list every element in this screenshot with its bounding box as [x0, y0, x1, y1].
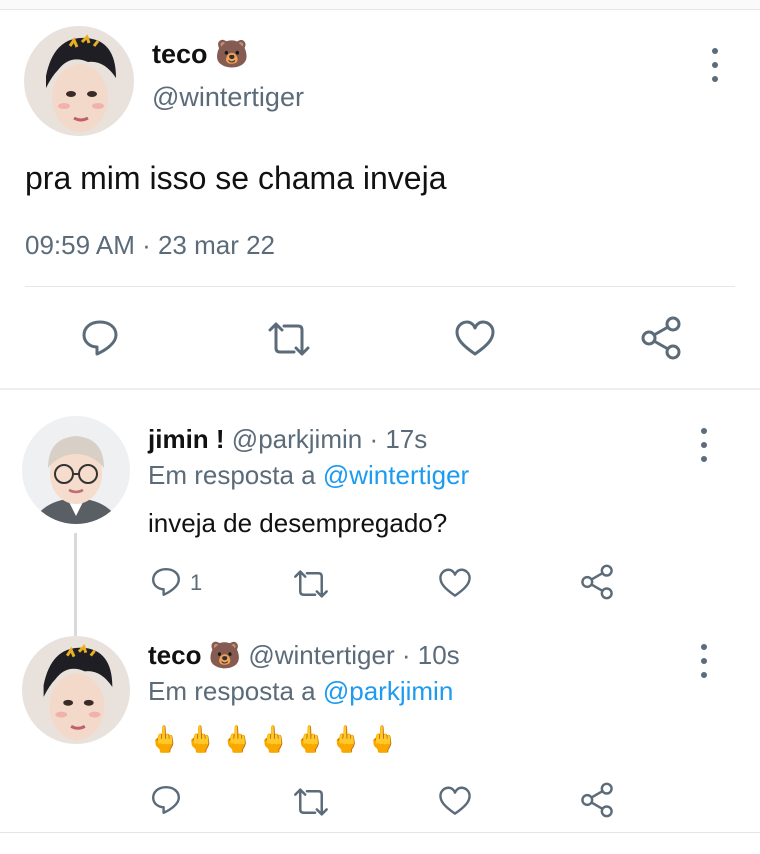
avatar-photo — [22, 636, 130, 744]
reply-time: · 17s — [369, 424, 428, 454]
mention-link[interactable]: @parkjimin — [323, 676, 453, 706]
more-options-icon[interactable] — [697, 428, 711, 462]
divider — [25, 286, 735, 287]
reply-time: · 10s — [401, 640, 460, 670]
reply-icon[interactable] — [80, 318, 120, 358]
reply-count: 1 — [190, 570, 203, 595]
reply-text: 🖕🖕🖕🖕🖕🖕🖕 — [148, 724, 403, 754]
top-edge — [0, 0, 760, 10]
reply-prefix: Em resposta a — [148, 460, 323, 490]
tweet-text: pra mim isso se chama inveja — [25, 160, 447, 196]
author-name[interactable]: jimin ! — [148, 424, 225, 454]
reply-text: inveja de desempregado? — [148, 508, 448, 538]
main-tweet: teco 🐻 @wintertiger pra mim isso se cham… — [0, 10, 760, 390]
reply-prefix: Em resposta a — [148, 676, 323, 706]
author-handle[interactable]: @parkjimin — [232, 424, 362, 454]
author-name-text: teco — [152, 39, 208, 69]
author-name[interactable]: teco 🐻 — [152, 38, 249, 70]
reply-context: Em resposta a @wintertiger — [148, 460, 469, 491]
share-icon[interactable] — [640, 316, 682, 360]
like-icon[interactable] — [438, 568, 472, 599]
retweet-icon[interactable] — [266, 320, 312, 358]
author-handle[interactable]: @wintertiger — [248, 640, 394, 670]
mention-link[interactable]: @wintertiger — [323, 460, 469, 490]
avatar-photo — [22, 416, 130, 524]
reply-header: teco 🐻 @wintertiger · 10s — [148, 640, 460, 671]
avatar[interactable] — [22, 416, 130, 524]
share-icon[interactable] — [580, 564, 614, 600]
like-icon[interactable] — [438, 786, 472, 817]
tweet-actions — [0, 310, 760, 366]
avatar[interactable] — [22, 636, 130, 744]
more-options-icon[interactable] — [708, 48, 722, 82]
reply-icon[interactable] — [150, 784, 182, 816]
bear-emoji: 🐻 — [215, 39, 249, 69]
avatar[interactable] — [24, 26, 134, 136]
reply-icon[interactable] — [150, 566, 182, 598]
bottom-separator — [0, 832, 760, 833]
author-name[interactable]: teco — [148, 640, 201, 670]
more-options-icon[interactable] — [697, 644, 711, 678]
bear-emoji: 🐻 — [208, 640, 242, 670]
retweet-icon[interactable] — [292, 786, 330, 818]
author-handle[interactable]: @wintertiger — [152, 82, 304, 113]
tweet-timestamp: 09:59 AM · 23 mar 22 — [25, 230, 276, 260]
like-icon[interactable] — [454, 320, 496, 358]
reply-tweet[interactable]: teco 🐻 @wintertiger · 10s Em resposta a … — [0, 606, 760, 832]
retweet-icon[interactable] — [292, 568, 330, 600]
share-icon[interactable] — [580, 782, 614, 818]
reply-context: Em resposta a @parkjimin — [148, 676, 453, 707]
reply-header: jimin ! @parkjimin · 17s — [148, 424, 427, 455]
reply-tweet[interactable]: jimin ! @parkjimin · 17s Em resposta a @… — [0, 390, 760, 630]
avatar-photo — [24, 26, 134, 136]
